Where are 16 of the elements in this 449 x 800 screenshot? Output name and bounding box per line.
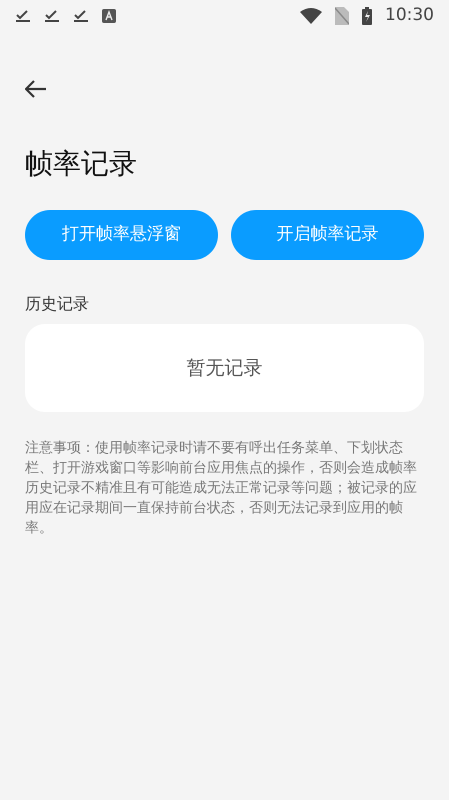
download-done-icon (44, 9, 60, 23)
no-sim-icon (335, 7, 349, 25)
page-title: 帧率记录 (25, 146, 138, 182)
status-time: 10:30 (385, 4, 434, 28)
notice-text: 注意事项：使用帧率记录时请不要有呼出任务菜单、下划状态栏、打开游戏窗口等影响前台应用焦点的操作，否则会造成帧率历史记录不精准且有可能造成无法正常记录等问题；被记录的应用应在记录期间一直保持前台状态，否则无法记录到应用的帧率。 (25, 439, 418, 538)
download-done-icon (15, 9, 31, 23)
download-done-icon (73, 9, 89, 23)
section-heading: 历史记录 (25, 293, 90, 315)
battery-charging-icon (362, 7, 372, 25)
empty-text: 暂无记录 (186, 356, 262, 381)
back-arrow-icon (25, 80, 47, 98)
wifi-icon (300, 8, 322, 24)
back-button[interactable] (25, 78, 47, 100)
action-button[interactable]: 开启帧率记录 (231, 210, 424, 260)
action-button[interactable]: 打开帧率悬浮窗 (25, 210, 218, 260)
app-notification-icon (102, 9, 116, 23)
